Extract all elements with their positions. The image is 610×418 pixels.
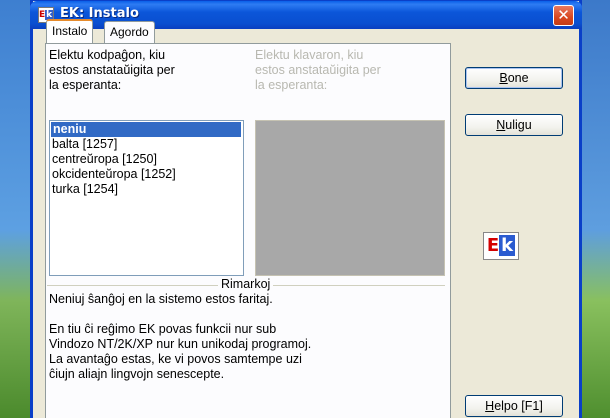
keyboard-label-line: la esperanta: — [255, 78, 328, 92]
help-button[interactable]: Helpo [F1] — [465, 395, 563, 417]
remarks-text: Neniuj ŝanĝoj en la sistemo estos farita… — [49, 292, 444, 382]
keyboard-label: Elektu klavaron, kiu estos anstataŭigita… — [255, 48, 445, 93]
codepage-listbox[interactable]: neniu balta [1257] centreŭropa [1250] ok… — [49, 120, 244, 276]
help-button-mnemonic: H — [485, 399, 495, 413]
cancel-button-mnemonic: N — [496, 118, 506, 132]
remarks-line: Vindozo NT/2K/XP nur kun unikodaj progra… — [49, 337, 312, 351]
ek-logo-icon: Ek — [483, 232, 519, 260]
tab-agordo[interactable]: Agordo — [104, 21, 155, 43]
list-item[interactable]: neniu — [51, 122, 241, 137]
remarks-line: La avantaĝo estas, ke vi povos samtempe … — [49, 352, 302, 366]
ok-button-label: one — [507, 71, 529, 85]
ek-logo-k: k — [499, 235, 516, 256]
ek-logo-e: E — [486, 235, 500, 256]
keyboard-label-line: estos anstataŭigita per — [255, 63, 381, 77]
remarks-line: En tiu ĉi reĝimo EK povas funkcii nur su… — [49, 322, 277, 336]
desktop-background-right — [582, 0, 610, 418]
cancel-button[interactable]: Nuligu — [465, 114, 563, 136]
remarks-paragraph-1: Neniuj ŝanĝoj en la sistemo estos farita… — [49, 292, 273, 306]
cancel-button-label: uligu — [505, 118, 532, 132]
desktop-background-left — [0, 0, 30, 418]
close-icon[interactable]: ✕ — [553, 5, 574, 26]
keyboard-listbox — [255, 120, 445, 276]
remarks-line: ĉiujn aliajn lingvojn senescepte. — [49, 367, 225, 381]
help-button-label: elpo [F1] — [494, 399, 543, 413]
ok-button[interactable]: Bone — [465, 67, 563, 89]
tab-instalo[interactable]: Instalo — [46, 19, 94, 43]
codepage-label-line: la esperanta: — [49, 78, 122, 92]
codepage-label: Elektu kodpaĝon, kiu estos anstataŭigita… — [49, 48, 244, 93]
codepage-label-line: Elektu kodpaĝon, kiu — [49, 48, 166, 62]
dialog-window: Ek EK: Instalo ✕ Instalo Agordo Elektu k… — [30, 0, 582, 418]
list-item[interactable]: centreŭropa [1250] — [50, 152, 243, 167]
list-item[interactable]: okcidenteŭropa [1252] — [50, 167, 243, 182]
remarks-title: Rimarkoj — [218, 277, 274, 291]
list-item[interactable]: balta [1257] — [50, 137, 243, 152]
list-item[interactable]: turka [1254] — [50, 182, 243, 197]
codepage-label-line: estos anstataŭigita per — [49, 63, 175, 77]
ok-button-mnemonic: B — [499, 71, 508, 85]
keyboard-label-line: Elektu klavaron, kiu — [255, 48, 364, 62]
